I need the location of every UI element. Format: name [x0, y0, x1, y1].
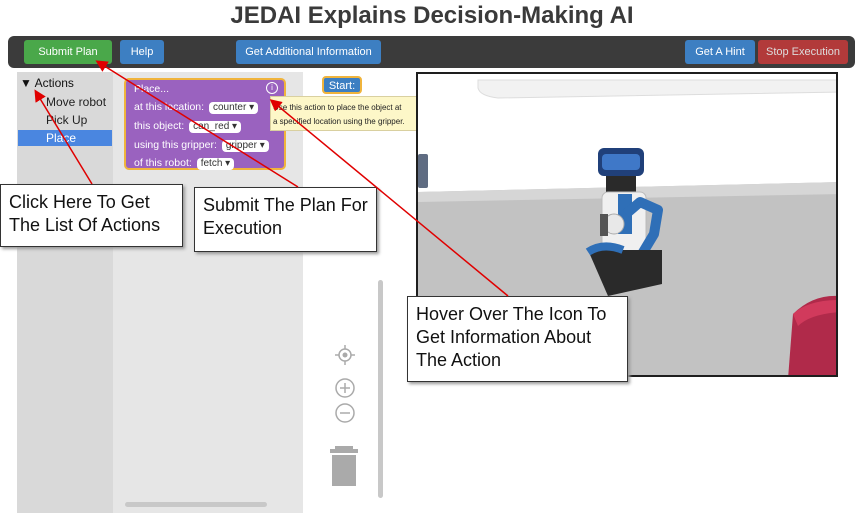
object-label: this object: — [134, 120, 185, 132]
callout-actions-list: Click Here To Get The List Of Actions — [0, 184, 183, 247]
zoom-in-icon[interactable] — [334, 377, 356, 399]
tooltip-line-2: a specified location using the gripper. — [273, 117, 405, 126]
tree-item-move-robot[interactable]: Move robot — [46, 95, 106, 109]
zoom-out-icon[interactable] — [334, 402, 356, 424]
help-button[interactable]: Help — [120, 40, 164, 64]
block-row-object: this object: can_red ▾ — [134, 120, 242, 133]
location-label: at this location: — [134, 101, 205, 113]
callout-hover-icon: Hover Over The Icon To Get Information A… — [407, 296, 628, 382]
tree-item-pick-up[interactable]: Pick Up — [46, 113, 87, 127]
tree-item-place[interactable]: Place — [18, 130, 112, 146]
additional-info-button[interactable]: Get Additional Information — [236, 40, 381, 64]
start-block[interactable]: Start: — [322, 76, 362, 94]
block-header: Place... — [134, 83, 170, 95]
chevron-down-icon: ▾ — [249, 102, 255, 113]
toolbar: Submit Plan Help Get Additional Informat… — [8, 36, 855, 68]
place-action-block[interactable]: Place... i at this location: counter ▾ t… — [124, 78, 286, 170]
action-tooltip: Use this action to place the object at a… — [270, 96, 422, 131]
tree-root-actions[interactable]: ▼ Actions — [20, 76, 74, 90]
gripper-dropdown[interactable]: gripper ▾ — [221, 140, 269, 152]
gripper-label: using this gripper: — [134, 139, 217, 151]
submit-plan-button[interactable]: Submit Plan — [24, 40, 112, 64]
block-row-gripper: using this gripper: gripper ▾ — [134, 139, 269, 152]
tree-root-label: Actions — [34, 76, 74, 90]
robot-dropdown[interactable]: fetch ▾ — [196, 158, 235, 170]
tree-item-place-label: Place — [46, 131, 77, 145]
workspace-horizontal-scrollbar[interactable] — [125, 502, 267, 507]
workspace-vertical-scrollbar[interactable] — [378, 280, 383, 498]
block-row-location: at this location: counter ▾ — [134, 101, 259, 114]
object-dropdown[interactable]: can_red ▾ — [189, 121, 242, 133]
callout-submit-plan: Submit The Plan For Execution — [194, 187, 377, 252]
info-icon[interactable]: i — [266, 82, 278, 94]
chevron-down-icon: ▾ — [225, 158, 231, 169]
location-dropdown[interactable]: counter ▾ — [208, 102, 259, 114]
panel-toggle-handle[interactable] — [418, 154, 428, 188]
collapse-triangle-icon[interactable]: ▼ — [20, 76, 32, 90]
page-title: JEDAI Explains Decision-Making AI — [230, 2, 634, 29]
block-row-robot: of this robot: fetch ▾ — [134, 157, 235, 170]
robot-label: of this robot: — [134, 157, 192, 169]
trash-icon[interactable] — [330, 446, 358, 486]
stop-execution-button[interactable]: Stop Execution — [758, 40, 848, 64]
chevron-down-icon: ▾ — [232, 121, 238, 132]
hint-button[interactable]: Get A Hint — [685, 40, 755, 64]
chevron-down-icon: ▾ — [259, 140, 265, 151]
recenter-icon[interactable] — [334, 344, 356, 366]
